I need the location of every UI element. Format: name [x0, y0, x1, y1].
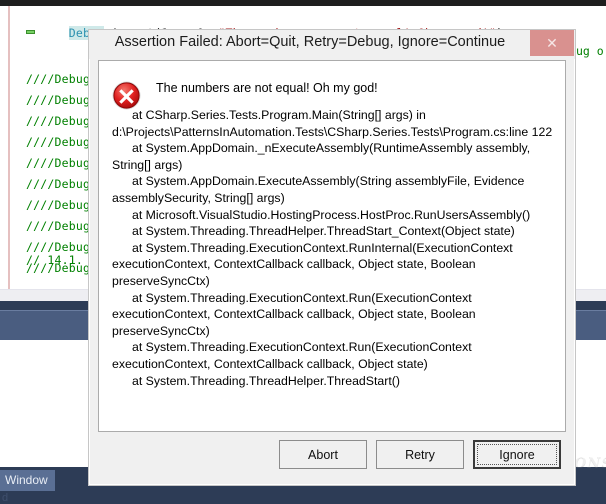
- close-icon[interactable]: ✕: [530, 30, 574, 56]
- focus-rectangle: [477, 444, 557, 465]
- code-line-comment[interactable]: ////Debug.: [26, 177, 97, 191]
- assertion-failed-dialog: Assertion Failed: Abort=Quit, Retry=Debu…: [88, 29, 576, 486]
- stack-trace: at CSharp.Series.Tests.Program.Main(Stri…: [112, 107, 557, 389]
- stack-frame: at System.AppDomain._nExecuteAssembly(Ru…: [112, 141, 531, 172]
- stack-frame: at System.Threading.ThreadHelper.ThreadS…: [132, 224, 515, 239]
- code-line-comment[interactable]: ////Debug.: [26, 114, 97, 128]
- code-line-comment[interactable]: ////Debug.: [26, 93, 97, 107]
- ignore-button[interactable]: Ignore: [473, 440, 561, 469]
- stack-frame: at System.Threading.ExecutionContext.Run…: [112, 240, 513, 288]
- code-line-comment[interactable]: ////Debug.: [26, 72, 97, 86]
- stack-frame: at System.AppDomain.ExecuteAssembly(Stri…: [112, 174, 525, 205]
- smart-tag-indicator[interactable]: [26, 30, 35, 34]
- dialog-message-panel[interactable]: The numbers are not equal! Oh my god! at…: [98, 60, 566, 432]
- stack-frame: at System.Threading.ExecutionContext.Run…: [112, 290, 476, 338]
- menu-item-window[interactable]: Window: [0, 470, 55, 491]
- code-line-comment[interactable]: ////Debug.: [26, 156, 97, 170]
- editor-change-margin: [8, 6, 10, 289]
- code-line-comment[interactable]: ////Debug.: [26, 135, 97, 149]
- code-line-comment[interactable]: ////Debug.: [26, 240, 97, 254]
- retry-button[interactable]: Retry: [376, 440, 464, 469]
- abort-button[interactable]: Abort: [279, 440, 367, 469]
- code-fragment-right: ug o: [576, 44, 604, 58]
- stack-frame: at System.Threading.ExecutionContext.Run…: [112, 340, 472, 371]
- code-line-section-comment[interactable]: // 14.1.: [26, 253, 83, 267]
- stack-frame: at CSharp.Series.Tests.Program.Main(Stri…: [112, 108, 553, 139]
- stack-frame: at Microsoft.VisualStudio.HostingProcess…: [132, 207, 531, 222]
- assertion-message: The numbers are not equal! Oh my god!: [156, 81, 378, 95]
- code-line-comment[interactable]: ////Debug.: [26, 198, 97, 212]
- stack-frame: at System.Threading.ThreadHelper.ThreadS…: [132, 373, 400, 388]
- dialog-title-bar[interactable]: Assertion Failed: Abort=Quit, Retry=Debu…: [89, 30, 575, 59]
- code-line-comment[interactable]: ////Debug.: [26, 219, 97, 233]
- dialog-button-row: Abort Retry Ignore: [89, 440, 575, 474]
- status-bar-text: d: [2, 492, 9, 504]
- dialog-message-text-area: The numbers are not equal! Oh my god! at…: [112, 80, 557, 389]
- dialog-title: Assertion Failed: Abort=Quit, Retry=Debu…: [114, 34, 506, 50]
